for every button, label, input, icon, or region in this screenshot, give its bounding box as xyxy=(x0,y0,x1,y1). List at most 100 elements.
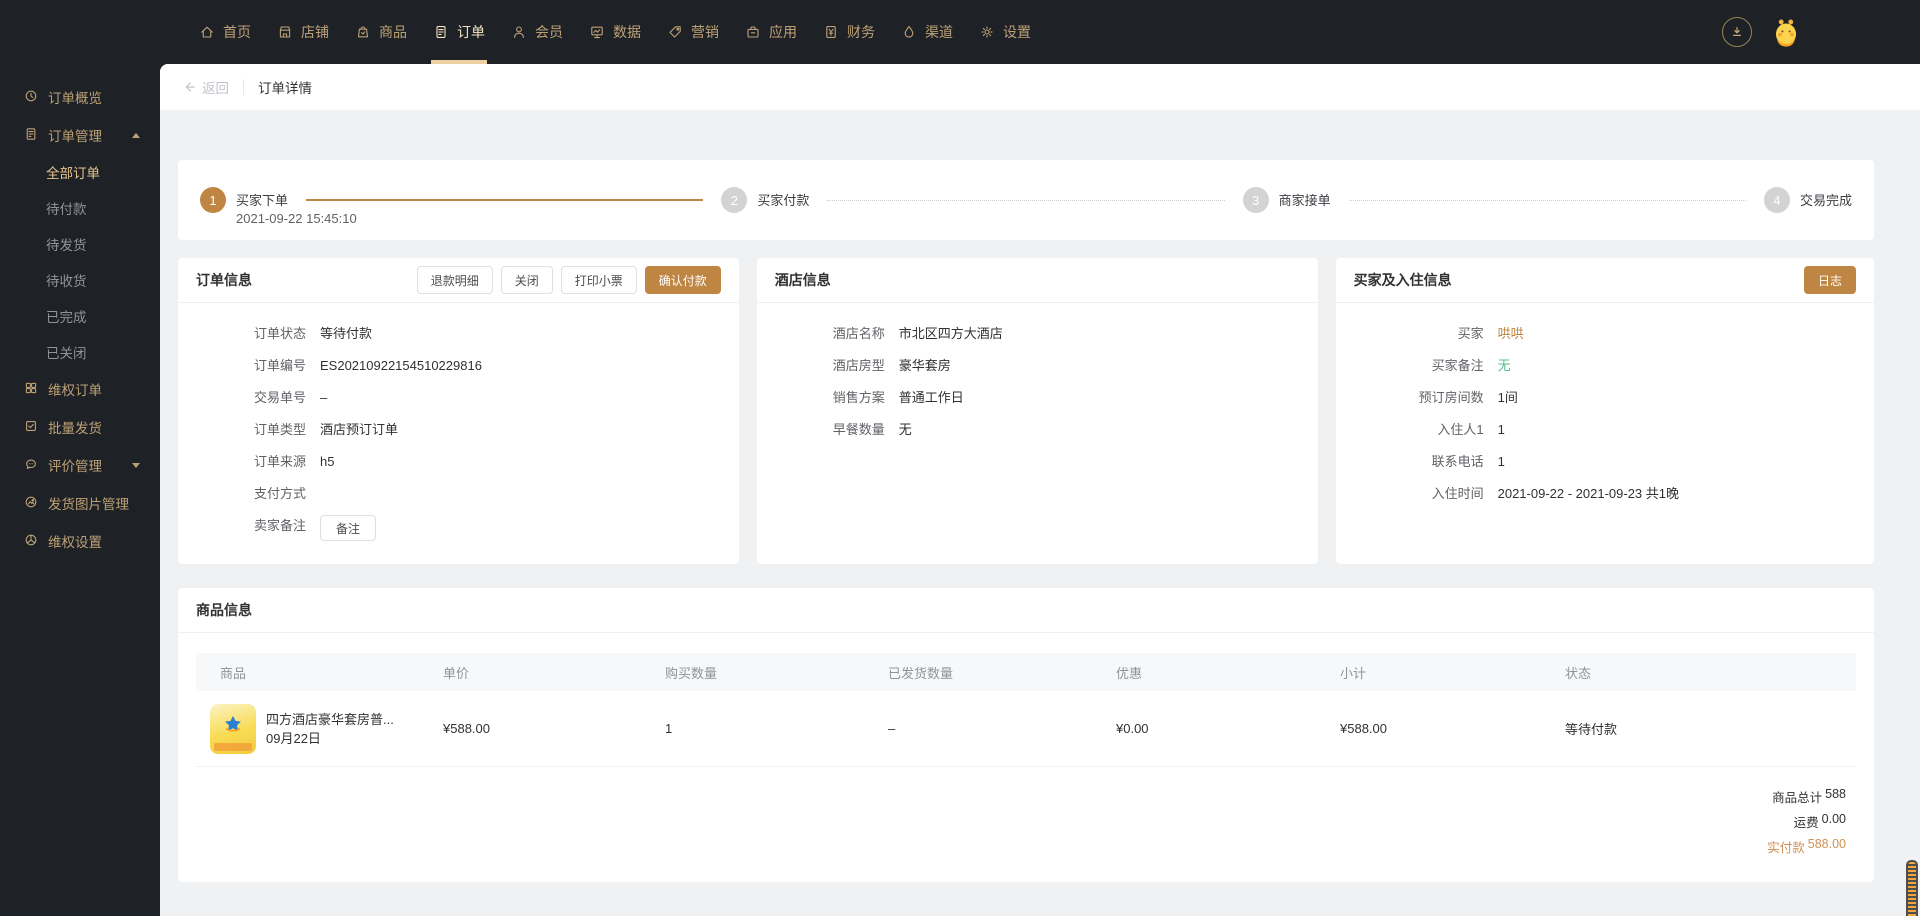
user-avatar[interactable] xyxy=(1768,14,1804,50)
total-paid: 实付款 588.00 xyxy=(1767,837,1846,855)
col-subtotal: 小计 xyxy=(1340,665,1367,681)
total-shipping: 运费 0.00 xyxy=(1793,812,1846,830)
cell-subtotal: ¥588.00 xyxy=(1340,721,1387,736)
nav-tab-finance[interactable]: 财务 xyxy=(821,0,877,64)
cell-quantity: 1 xyxy=(665,721,673,736)
buyer-info-card: 买家及入住信息 日志 买家 哄哄 买家备注无 预订房间数 1间 入住人1 1 联… xyxy=(1335,258,1874,564)
field-buyer: 买家 哄哄 xyxy=(1354,323,1856,344)
field-sales-plan: 销售方案 普通工作日 xyxy=(832,390,964,405)
confirm-payment-button[interactable]: 确认付款 xyxy=(644,266,721,294)
home-icon xyxy=(199,24,215,40)
remark-button[interactable]: 备注 xyxy=(320,515,377,541)
nav-tab-settings[interactable]: 设置 xyxy=(977,0,1033,64)
step-transaction-complete: 4 交易完成 xyxy=(1763,187,1852,213)
chevron-up-icon xyxy=(132,132,140,138)
nav-tab-data[interactable]: 数据 xyxy=(587,0,643,64)
nav-tab-orders[interactable]: 订单 xyxy=(431,0,487,64)
chevron-down-icon xyxy=(132,462,140,468)
sidebar-item-order-manage[interactable]: 订单管理 xyxy=(0,116,160,154)
col-shipped-quantity: 已发货数量 xyxy=(888,665,954,681)
topbar-actions xyxy=(1722,0,1920,64)
step-number: 2 xyxy=(721,187,748,213)
topbar: 首页 店铺 商品 订单 会员 数据 营销 应用 财务 渠道 设置 xyxy=(0,0,1920,64)
star-icon xyxy=(225,715,241,731)
field-order-status: 订单状态 等待付款 xyxy=(253,326,373,341)
thumbnail-banner xyxy=(214,742,252,751)
sidebar-item-completed[interactable]: 已完成 xyxy=(0,298,160,334)
field-order-source: 订单来源 h5 xyxy=(253,454,335,469)
member-icon xyxy=(511,24,527,40)
field-buyer-remark: 买家备注无 xyxy=(1431,358,1511,373)
top-navigation: 首页 店铺 商品 订单 会员 数据 营销 应用 财务 渠道 设置 xyxy=(160,0,1044,64)
back-arrow-icon xyxy=(185,82,195,92)
header-divider xyxy=(243,79,244,95)
nav-tab-apps[interactable]: 应用 xyxy=(743,0,799,64)
field-checkin-time: 入住时间 2021-09-22 - 2021-09-23 共1晚 xyxy=(1431,486,1680,501)
cell-unit-price: ¥588.00 xyxy=(443,721,490,736)
check-doc-icon xyxy=(24,419,38,436)
sidebar-item-order-overview[interactable]: 订单概览 xyxy=(0,78,160,116)
hotel-info-title: 酒店信息 xyxy=(774,272,831,288)
grid-icon xyxy=(24,381,38,398)
bee-avatar-icon xyxy=(1775,19,1797,47)
back-button[interactable]: 返回 xyxy=(182,77,229,97)
sidebar-item-ship-image-manage[interactable]: 发货图片管理 xyxy=(0,484,160,522)
field-room-count: 预订房间数 1间 xyxy=(1418,390,1518,405)
step-buyer-paid: 2 买家付款 xyxy=(721,187,809,213)
order-info-title: 订单信息 xyxy=(196,272,252,288)
data-icon xyxy=(589,24,605,40)
sidebar: 订单概览 订单管理 全部订单 待付款 待发货 待收货 已完成 已关闭 维权订单 … xyxy=(0,64,160,916)
table-row: 四方酒店豪华套房普... 09月22日 ¥588.00 1 – ¥0.00 ¥5… xyxy=(196,691,1856,767)
col-status: 状态 xyxy=(1565,665,1592,681)
close-order-button[interactable]: 关闭 xyxy=(500,266,553,294)
field-breakfast-count: 早餐数量无 xyxy=(832,422,912,437)
log-button[interactable]: 日志 xyxy=(1803,266,1856,294)
app-root: 首页 店铺 商品 订单 会员 数据 营销 应用 财务 渠道 设置 订单概览 订单… xyxy=(0,0,1920,916)
goods-icon xyxy=(355,24,371,40)
print-receipt-button[interactable]: 打印小票 xyxy=(560,266,637,294)
buyer-name-link[interactable]: 哄哄 xyxy=(1498,323,1524,344)
total-goods: 商品总计 588 xyxy=(1772,787,1846,805)
nav-tab-shop[interactable]: 店铺 xyxy=(275,0,331,64)
product-thumbnail[interactable] xyxy=(210,703,256,754)
cell-discount: ¥0.00 xyxy=(1116,721,1149,736)
col-unit-price: 单价 xyxy=(443,665,470,681)
product-info-title: 商品信息 xyxy=(196,602,252,618)
sidebar-item-pending-shipment[interactable]: 待发货 xyxy=(0,226,160,262)
download-button[interactable] xyxy=(1722,17,1752,47)
marketing-icon xyxy=(667,24,683,40)
nav-tab-home[interactable]: 首页 xyxy=(197,0,253,64)
finance-icon xyxy=(823,24,839,40)
main-content: 返回 订单详情 1 买家下单 2021-09-22 15:45:10 2 买家付… xyxy=(160,64,1920,916)
step-number: 3 xyxy=(1242,187,1269,213)
scrollbar-thumb[interactable] xyxy=(1906,860,1918,916)
nav-tab-members[interactable]: 会员 xyxy=(509,0,565,64)
nav-tab-goods[interactable]: 商品 xyxy=(353,0,409,64)
chat-icon xyxy=(24,457,38,474)
field-room-type: 酒店房型 豪华套房 xyxy=(832,358,951,373)
image-icon xyxy=(24,495,38,512)
field-order-number: 订单编号 ES20210922154510229816 xyxy=(253,358,482,373)
settings-icon xyxy=(979,24,995,40)
sidebar-item-rights-orders[interactable]: 维权订单 xyxy=(0,370,160,408)
sidebar-item-review-manage[interactable]: 评价管理 xyxy=(0,446,160,484)
field-guest-1: 入住人1 1 xyxy=(1437,422,1505,437)
nav-tab-marketing[interactable]: 营销 xyxy=(665,0,721,64)
product-date: 09月22日 xyxy=(266,730,321,746)
sidebar-item-batch-ship[interactable]: 批量发货 xyxy=(0,408,160,446)
product-name[interactable]: 四方酒店豪华套房普... xyxy=(266,710,394,729)
buyer-info-title: 买家及入住信息 xyxy=(1353,272,1452,288)
step-connector xyxy=(306,199,704,201)
page-header: 返回 订单详情 xyxy=(160,64,1920,110)
refund-detail-button[interactable]: 退款明细 xyxy=(416,266,493,294)
col-product: 商品 xyxy=(220,665,247,681)
step-merchant-accepted: 3 商家接单 xyxy=(1242,187,1331,213)
sidebar-item-closed[interactable]: 已关闭 xyxy=(0,334,160,370)
sidebar-item-pending-payment[interactable]: 待付款 xyxy=(0,190,160,226)
nav-tab-channels[interactable]: 渠道 xyxy=(899,0,955,64)
sidebar-item-pending-receipt[interactable]: 待收货 xyxy=(0,262,160,298)
product-info-card: 商品信息 商品 单价 购买数量 已发货数量 优惠 小计 状态 四方酒店豪华套房普… xyxy=(178,588,1874,882)
sidebar-item-all-orders[interactable]: 全部订单 xyxy=(0,154,160,190)
sidebar-item-rights-settings[interactable]: 维权设置 xyxy=(0,522,160,560)
step-connector xyxy=(1348,199,1746,201)
